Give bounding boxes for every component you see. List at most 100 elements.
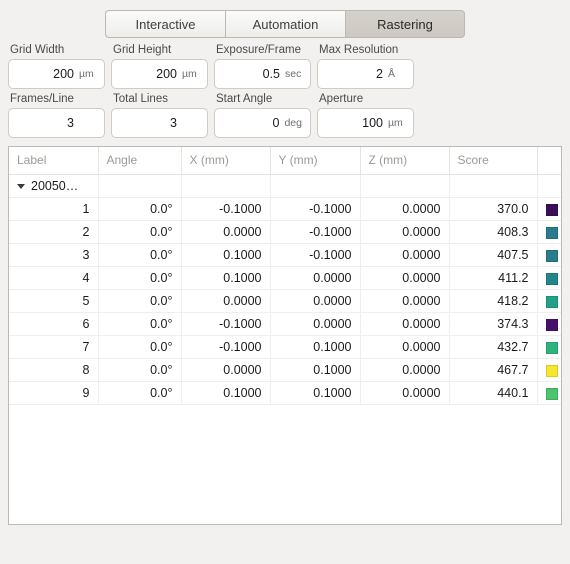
cell-z: 0.0000: [360, 197, 450, 221]
grid-width-unit: µm: [79, 68, 94, 80]
cell-y: 0.1000: [270, 335, 361, 359]
cell-score: 407.5: [449, 243, 538, 267]
cell-z: 0.0000: [360, 289, 450, 313]
table-header-row: Label Angle X (mm) Y (mm) Z (mm) Score: [9, 147, 561, 175]
aperture-input[interactable]: 100 µm: [317, 108, 414, 138]
score-color-swatch: [545, 387, 558, 400]
table-row[interactable]: 4 0.0° 0.1000 0.0000 0.0000 411.2: [9, 266, 561, 290]
cell-label: 8: [9, 358, 99, 382]
field-start-angle: Start Angle 0 deg: [214, 93, 311, 138]
grid-width-input[interactable]: 200 µm: [8, 59, 105, 89]
frames-line-input[interactable]: 3: [8, 108, 105, 138]
tab-automation[interactable]: Automation: [225, 10, 345, 38]
cell-score: 411.2: [449, 266, 538, 290]
cell-z: 0.0000: [360, 312, 450, 336]
cell-x: 0.0000: [181, 289, 271, 313]
cell-z: 0.0000: [360, 220, 450, 244]
score-color-swatch: [545, 341, 558, 354]
parameter-row-1: Grid Width 200 µm Grid Height 200 µm Exp…: [8, 44, 562, 89]
chevron-down-icon[interactable]: [17, 183, 25, 189]
score-color-swatch: [545, 249, 558, 262]
group-cell-x: [181, 174, 271, 198]
tab-group: Interactive Automation Rastering: [105, 10, 465, 38]
cell-score: 432.7: [449, 335, 538, 359]
table-row[interactable]: 2 0.0° 0.0000 -0.1000 0.0000 408.3: [9, 220, 561, 244]
start-angle-input[interactable]: 0 deg: [214, 108, 311, 138]
aperture-unit: µm: [388, 117, 403, 129]
table-row[interactable]: 1 0.0° -0.1000 -0.1000 0.0000 370.0: [9, 197, 561, 221]
cell-x: 0.1000: [181, 266, 271, 290]
table-header: Label Angle X (mm) Y (mm) Z (mm) Score: [9, 147, 561, 175]
cell-x: -0.1000: [181, 197, 271, 221]
column-header-score[interactable]: Score: [449, 147, 538, 175]
cell-angle: 0.0°: [98, 312, 182, 336]
field-aperture-label: Aperture: [319, 93, 364, 105]
cell-z: 0.0000: [360, 358, 450, 382]
table-row[interactable]: 8 0.0° 0.0000 0.1000 0.0000 467.7: [9, 358, 561, 382]
cell-label: 5: [9, 289, 99, 313]
column-header-z[interactable]: Z (mm): [360, 147, 450, 175]
cell-score: 418.2: [449, 289, 538, 313]
parameter-row-2: Frames/Line 3 Total Lines 3 Start Angle …: [8, 93, 562, 138]
total-lines-value: 3: [170, 116, 177, 130]
cell-angle: 0.0°: [98, 220, 182, 244]
cell-score: 370.0: [449, 197, 538, 221]
tab-rastering-label: Rastering: [377, 16, 433, 32]
cell-z: 0.0000: [360, 243, 450, 267]
table-row[interactable]: 6 0.0° -0.1000 0.0000 0.0000 374.3: [9, 312, 561, 336]
field-start-angle-label: Start Angle: [216, 93, 273, 105]
score-color-swatch: [545, 272, 558, 285]
column-header-label[interactable]: Label: [9, 147, 99, 175]
cell-y: -0.1000: [270, 243, 361, 267]
field-grid-height: Grid Height 200 µm: [111, 44, 208, 89]
cell-y: 0.1000: [270, 358, 361, 382]
table-row[interactable]: 9 0.0° 0.1000 0.1000 0.0000 440.1: [9, 381, 561, 405]
cell-color: [537, 312, 561, 336]
cell-color: [537, 358, 561, 382]
tab-rastering[interactable]: Rastering: [345, 10, 465, 38]
start-angle-unit: deg: [284, 117, 302, 129]
cell-label: 3: [9, 243, 99, 267]
field-exposure-frame-label: Exposure/Frame: [216, 44, 302, 56]
exposure-frame-unit: sec: [285, 68, 302, 80]
table-body: 20050… 1 0.0° -0.1000 -0.1000 0.0000 370…: [9, 174, 561, 405]
table-row[interactable]: 7 0.0° -0.1000 0.1000 0.0000 432.7: [9, 335, 561, 359]
cell-z: 0.0000: [360, 381, 450, 405]
cell-score: 467.7: [449, 358, 538, 382]
grid-height-input[interactable]: 200 µm: [111, 59, 208, 89]
total-lines-input[interactable]: 3: [111, 108, 208, 138]
tab-interactive[interactable]: Interactive: [105, 10, 225, 38]
tab-bar: Interactive Automation Rastering: [0, 0, 570, 44]
exposure-frame-input[interactable]: 0.5 sec: [214, 59, 311, 89]
group-cell[interactable]: 20050…: [9, 174, 99, 198]
column-header-y[interactable]: Y (mm): [270, 147, 361, 175]
aperture-value: 100: [362, 116, 383, 130]
group-cell-color: [537, 174, 561, 198]
column-header-x[interactable]: X (mm): [181, 147, 271, 175]
column-header-color[interactable]: [537, 147, 561, 175]
max-resolution-input[interactable]: 2 Å: [317, 59, 414, 89]
cell-label: 4: [9, 266, 99, 290]
cell-color: [537, 381, 561, 405]
field-exposure-frame: Exposure/Frame 0.5 sec: [214, 44, 311, 89]
cell-score: 408.3: [449, 220, 538, 244]
cell-angle: 0.0°: [98, 243, 182, 267]
table-group-row[interactable]: 20050…: [9, 174, 561, 198]
field-aperture: Aperture 100 µm: [317, 93, 414, 138]
score-color-swatch: [545, 226, 558, 239]
score-color-swatch: [545, 203, 558, 216]
table-row[interactable]: 5 0.0° 0.0000 0.0000 0.0000 418.2: [9, 289, 561, 313]
column-header-angle[interactable]: Angle: [98, 147, 182, 175]
max-resolution-unit: Å: [388, 68, 396, 80]
raster-results-table: Label Angle X (mm) Y (mm) Z (mm) Score 2…: [9, 147, 561, 405]
cell-color: [537, 266, 561, 290]
cell-color: [537, 220, 561, 244]
group-cell-score: [449, 174, 538, 198]
cell-label: 2: [9, 220, 99, 244]
max-resolution-value: 2: [376, 67, 383, 81]
field-max-resolution-label: Max Resolution: [319, 44, 399, 56]
field-grid-width: Grid Width 200 µm: [8, 44, 105, 89]
score-color-swatch: [545, 364, 558, 377]
group-cell-angle: [98, 174, 182, 198]
table-row[interactable]: 3 0.0° 0.1000 -0.1000 0.0000 407.5: [9, 243, 561, 267]
